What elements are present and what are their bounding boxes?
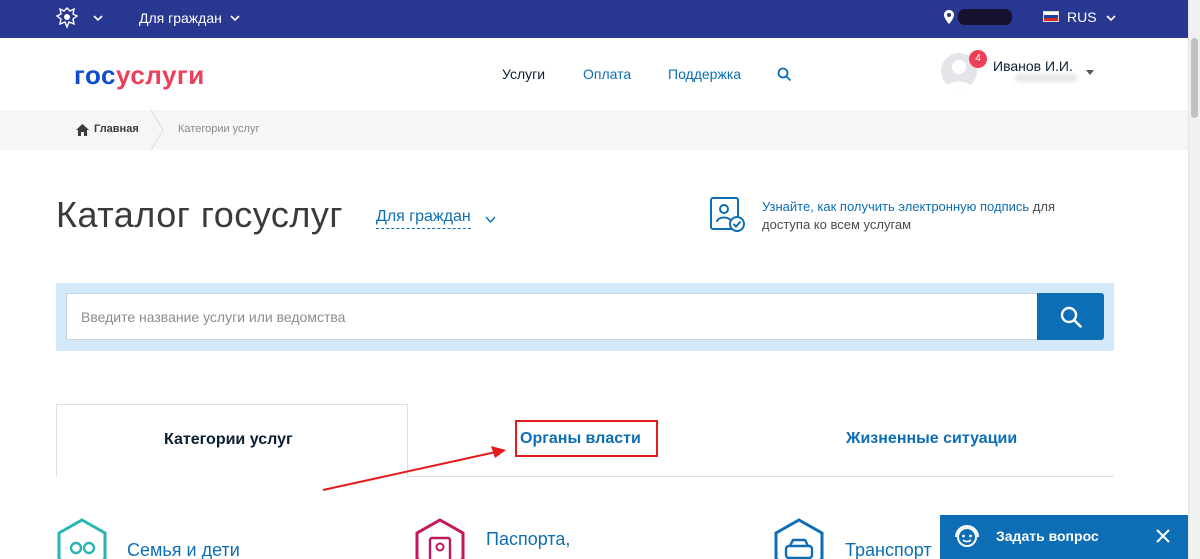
category-family[interactable]: Семья и дети xyxy=(127,540,240,559)
electronic-signature-icon xyxy=(710,197,745,232)
tab-categories-label[interactable]: Категории услуг xyxy=(164,431,293,449)
nav-support[interactable]: Поддержка xyxy=(668,66,741,82)
chevron-down-icon[interactable] xyxy=(229,12,241,24)
caret-down-icon[interactable] xyxy=(1086,70,1094,75)
breadcrumb: Главная Категории услуг xyxy=(0,110,1188,150)
user-name[interactable]: Иванов И.И. xyxy=(993,58,1073,74)
audience-select[interactable]: Для граждан xyxy=(376,208,471,229)
chat-bot-icon xyxy=(955,524,979,547)
category-transport[interactable]: Транспорт xyxy=(845,540,932,559)
language-switch[interactable]: RUS xyxy=(1067,9,1097,25)
gosuslugi-logo[interactable]: госуслуги xyxy=(74,60,205,91)
search-icon[interactable] xyxy=(777,67,792,82)
breadcrumb-home[interactable]: Главная xyxy=(94,123,139,135)
nav-payment[interactable]: Оплата xyxy=(583,66,631,82)
nav-services[interactable]: Услуги xyxy=(502,66,545,82)
category-passports[interactable]: Паспорта, xyxy=(486,529,570,550)
close-icon[interactable] xyxy=(1156,529,1170,543)
breadcrumb-current: Категории услуг xyxy=(178,123,260,135)
location-pin-icon[interactable] xyxy=(943,9,955,25)
redacted-user-detail xyxy=(1015,74,1077,82)
transport-car-icon[interactable] xyxy=(773,518,825,559)
top-bar: Для граждан RUS xyxy=(0,0,1188,38)
annotation-arrow xyxy=(322,446,506,491)
site-header: госуслуги Услуги Оплата Поддержка 4 Иван… xyxy=(0,38,1188,110)
page-scrollbar[interactable] xyxy=(1188,0,1200,559)
signature-promo: Узнайте, как получить электронную подпис… xyxy=(762,198,1072,234)
notification-badge[interactable]: 4 xyxy=(969,50,987,68)
tab-life-situations-label[interactable]: Жизненные ситуации xyxy=(846,430,1017,448)
ask-question-label[interactable]: Задать вопрос xyxy=(996,528,1099,544)
coat-of-arms-icon[interactable] xyxy=(54,5,80,31)
search-button[interactable] xyxy=(1037,293,1104,340)
logo-part-gos: гос xyxy=(74,60,116,90)
passport-icon[interactable] xyxy=(414,518,466,559)
redacted-location xyxy=(958,9,1012,25)
home-icon xyxy=(76,124,89,136)
search-panel xyxy=(56,283,1114,351)
search-icon xyxy=(1060,306,1082,328)
signature-promo-link[interactable]: Узнайте, как получить электронную подпис… xyxy=(762,199,1029,214)
chevron-down-icon[interactable] xyxy=(484,213,497,226)
page: Для граждан RUS госуслуги Услуги Оплата … xyxy=(0,0,1200,559)
search-input[interactable] xyxy=(66,293,1038,340)
scrollbar-thumb[interactable] xyxy=(1191,38,1198,118)
chevron-down-icon[interactable] xyxy=(92,12,104,24)
logo-part-uslugi: услуги xyxy=(116,60,205,90)
family-children-icon[interactable] xyxy=(56,518,108,559)
annotation-highlight-box xyxy=(515,420,658,457)
russia-flag-icon[interactable] xyxy=(1043,11,1059,22)
audience-switch[interactable]: Для граждан xyxy=(139,10,222,26)
chevron-down-icon[interactable] xyxy=(1105,12,1117,24)
ask-question-widget[interactable]: Задать вопрос xyxy=(940,515,1188,559)
page-title: Каталог госуслуг xyxy=(56,194,343,235)
breadcrumb-separator xyxy=(150,110,164,150)
